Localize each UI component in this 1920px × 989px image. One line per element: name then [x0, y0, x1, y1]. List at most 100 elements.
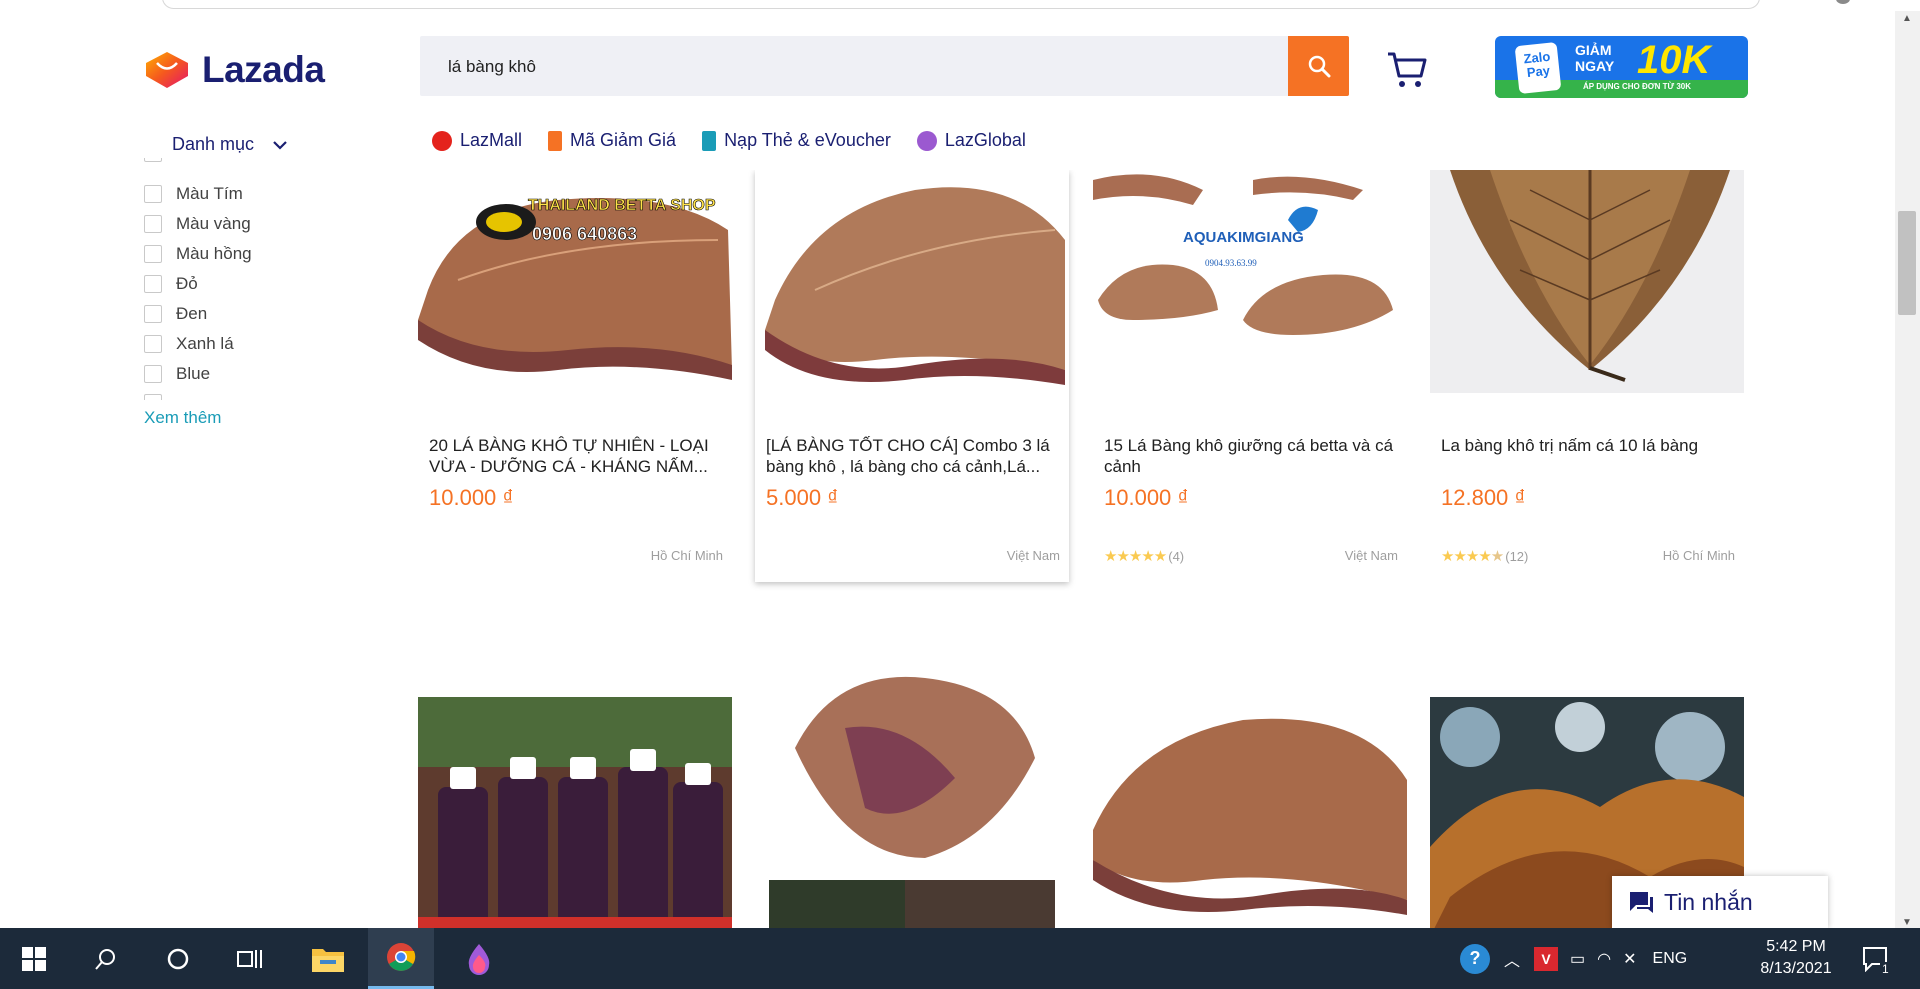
action-center-button[interactable]: 1 [1862, 928, 1891, 989]
chrome-button[interactable] [368, 928, 434, 989]
search-input[interactable] [446, 36, 1310, 98]
scroll-down-arrow-icon[interactable]: ▼ [1902, 917, 1912, 928]
product-card[interactable]: THAILAND BETTA SHOP 0906 640863 20 LÁ BÀ… [418, 170, 732, 570]
filter-item[interactable]: Blue [144, 364, 210, 384]
windows-taskbar: ? ︿ V ▭ ◠ ✕ ENG 5:42 PM 8/13/2021 1 [0, 928, 1920, 989]
product-title[interactable]: La bàng khô trị nấm cá 10 lá bàng [1441, 435, 1733, 477]
checkbox[interactable] [144, 185, 162, 203]
zalopay-promo-banner[interactable]: Zalo Pay GIẢM NGAY 10K ÁP DỤNG CHO ĐƠN T… [1495, 36, 1748, 98]
product-title[interactable]: [LÁ BÀNG TỐT CHO CÁ] Combo 3 lá bàng khô… [766, 435, 1058, 477]
product-rating: ★★★★★ (4) [1104, 547, 1184, 565]
image-watermark: AQUAKIMGIANG [1183, 229, 1304, 246]
system-tray: ? ︿ V ▭ ◠ ✕ ENG [1460, 928, 1687, 989]
scroll-up-arrow-icon[interactable]: ▲ [1902, 13, 1912, 24]
chevron-up-icon[interactable]: ︿ [1504, 947, 1520, 971]
nav-label: Nạp Thẻ & eVoucher [724, 130, 891, 150]
filter-item[interactable]: Xanh lá [144, 334, 234, 354]
checkbox[interactable] [144, 245, 162, 263]
product-image [1430, 170, 1744, 393]
product-image [418, 697, 732, 930]
product-card[interactable] [418, 697, 732, 930]
filter-item[interactable]: Đen [144, 304, 207, 324]
help-icon[interactable]: ? [1460, 943, 1490, 974]
image-phone: 0906 640863 [532, 224, 637, 244]
filter-item[interactable]: Màu vàng [144, 214, 251, 234]
product-price: 10.000 ₫ [429, 485, 514, 510]
product-rating: ★★★★★ (12) [1441, 547, 1528, 565]
lazada-logo[interactable]: Lazada [144, 49, 325, 91]
clock-date: 8/13/2021 [1760, 960, 1832, 977]
antivirus-icon[interactable]: V [1534, 946, 1559, 971]
taskbar-search[interactable] [76, 928, 136, 989]
rating-stars: ★★★★★ [1441, 548, 1504, 565]
product-price: 12.800 ₫ [1441, 485, 1526, 510]
product-image [1093, 700, 1407, 930]
address-bar[interactable] [162, 0, 1760, 9]
filter-item[interactable]: Đỏ [144, 274, 198, 294]
search-button[interactable] [1288, 36, 1349, 96]
image-phone: 0904.93.63.99 [1205, 258, 1257, 268]
color-filter-list: Màu Tím Màu vàng Màu hồng Đỏ Đen Xanh lá… [144, 158, 384, 400]
language-indicator[interactable]: ENG [1653, 950, 1688, 968]
checkbox[interactable] [144, 365, 162, 383]
notification-count: 1 [1880, 962, 1891, 976]
nav-label: LazGlobal [944, 130, 1026, 150]
filter-label: Màu Tím [176, 184, 243, 203]
checkbox[interactable] [144, 275, 162, 293]
product-title[interactable]: 20 LÁ BÀNG KHÔ TỰ NHIÊN - LOẠI VỪA - DƯỠ… [429, 435, 721, 477]
cart-button[interactable] [1386, 50, 1428, 90]
filter-label: Blue [176, 364, 211, 383]
chat-icon [1630, 892, 1653, 913]
task-view-button[interactable] [220, 928, 280, 989]
product-card[interactable]: [LÁ BÀNG TỐT CHO CÁ] Combo 3 lá bàng khô… [755, 170, 1069, 582]
scrollbar-thumb[interactable] [1898, 211, 1916, 315]
cortana-button[interactable] [148, 928, 208, 989]
nav-item-topup[interactable]: Nạp Thẻ & eVoucher [702, 130, 891, 151]
chat-button[interactable]: Tin nhắn [1612, 876, 1828, 928]
volume-muted-icon[interactable]: ✕ [1623, 949, 1636, 969]
rating-count: (12) [1505, 548, 1529, 564]
product-card[interactable] [755, 658, 1069, 930]
voucher-icon [548, 130, 563, 151]
search-icon [1308, 55, 1330, 78]
filter-item-partial[interactable] [144, 158, 162, 162]
filter-label: Màu vàng [176, 214, 251, 233]
nav-item-lazglobal[interactable]: LazGlobal [916, 130, 1026, 151]
wifi-icon[interactable]: ◠ [1597, 949, 1611, 969]
checkbox[interactable] [144, 305, 162, 323]
page-scrollbar[interactable]: ▲ ▼ [1895, 11, 1920, 928]
profile-avatar[interactable] [1836, 0, 1850, 4]
rating-stars: ★★★★★ [1104, 548, 1167, 565]
see-more-link[interactable]: Xem thêm [144, 408, 221, 428]
browser-top-strip [0, 0, 1920, 11]
product-card[interactable]: La bàng khô trị nấm cá 10 lá bàng 12.800… [1430, 170, 1744, 570]
checkbox[interactable] [144, 158, 162, 162]
paint-app-button[interactable] [446, 928, 512, 989]
windows-logo-icon [22, 946, 46, 971]
filter-item[interactable]: Màu hồng [144, 244, 252, 264]
product-card[interactable] [1093, 700, 1407, 930]
lazada-heart-icon [146, 52, 188, 88]
product-grid: THAILAND BETTA SHOP 0906 640863 20 LÁ BÀ… [418, 170, 1748, 930]
product-location: Hồ Chí Minh [650, 548, 723, 563]
search-icon [95, 948, 115, 970]
start-button[interactable] [4, 928, 64, 989]
product-price: 5.000 ₫ [766, 485, 839, 510]
product-card[interactable]: AQUAKIMGIANG 0904.93.63.99 15 Lá Bàng kh… [1093, 170, 1407, 570]
battery-icon[interactable]: ▭ [1570, 949, 1585, 969]
nav-item-voucher[interactable]: Mã Giảm Giá [548, 130, 676, 151]
filter-item-partial[interactable] [144, 394, 162, 400]
checkbox[interactable] [144, 215, 162, 233]
category-dropdown[interactable]: Danh mục [172, 134, 288, 155]
category-label: Danh mục [172, 134, 255, 154]
filter-label: Xanh lá [176, 334, 234, 353]
nav-label: Mã Giảm Giá [570, 130, 677, 150]
nav-item-lazmall[interactable]: LazMall [432, 130, 522, 151]
checkbox[interactable] [144, 394, 162, 400]
product-title[interactable]: 15 Lá Bàng khô giưỡng cá betta và cá cản… [1104, 435, 1396, 477]
checkbox[interactable] [144, 335, 162, 353]
clock[interactable]: 5:42 PM 8/13/2021 [1736, 936, 1856, 980]
file-explorer-button[interactable] [298, 928, 358, 989]
filter-label: Đen [176, 304, 208, 323]
filter-item[interactable]: Màu Tím [144, 184, 243, 204]
